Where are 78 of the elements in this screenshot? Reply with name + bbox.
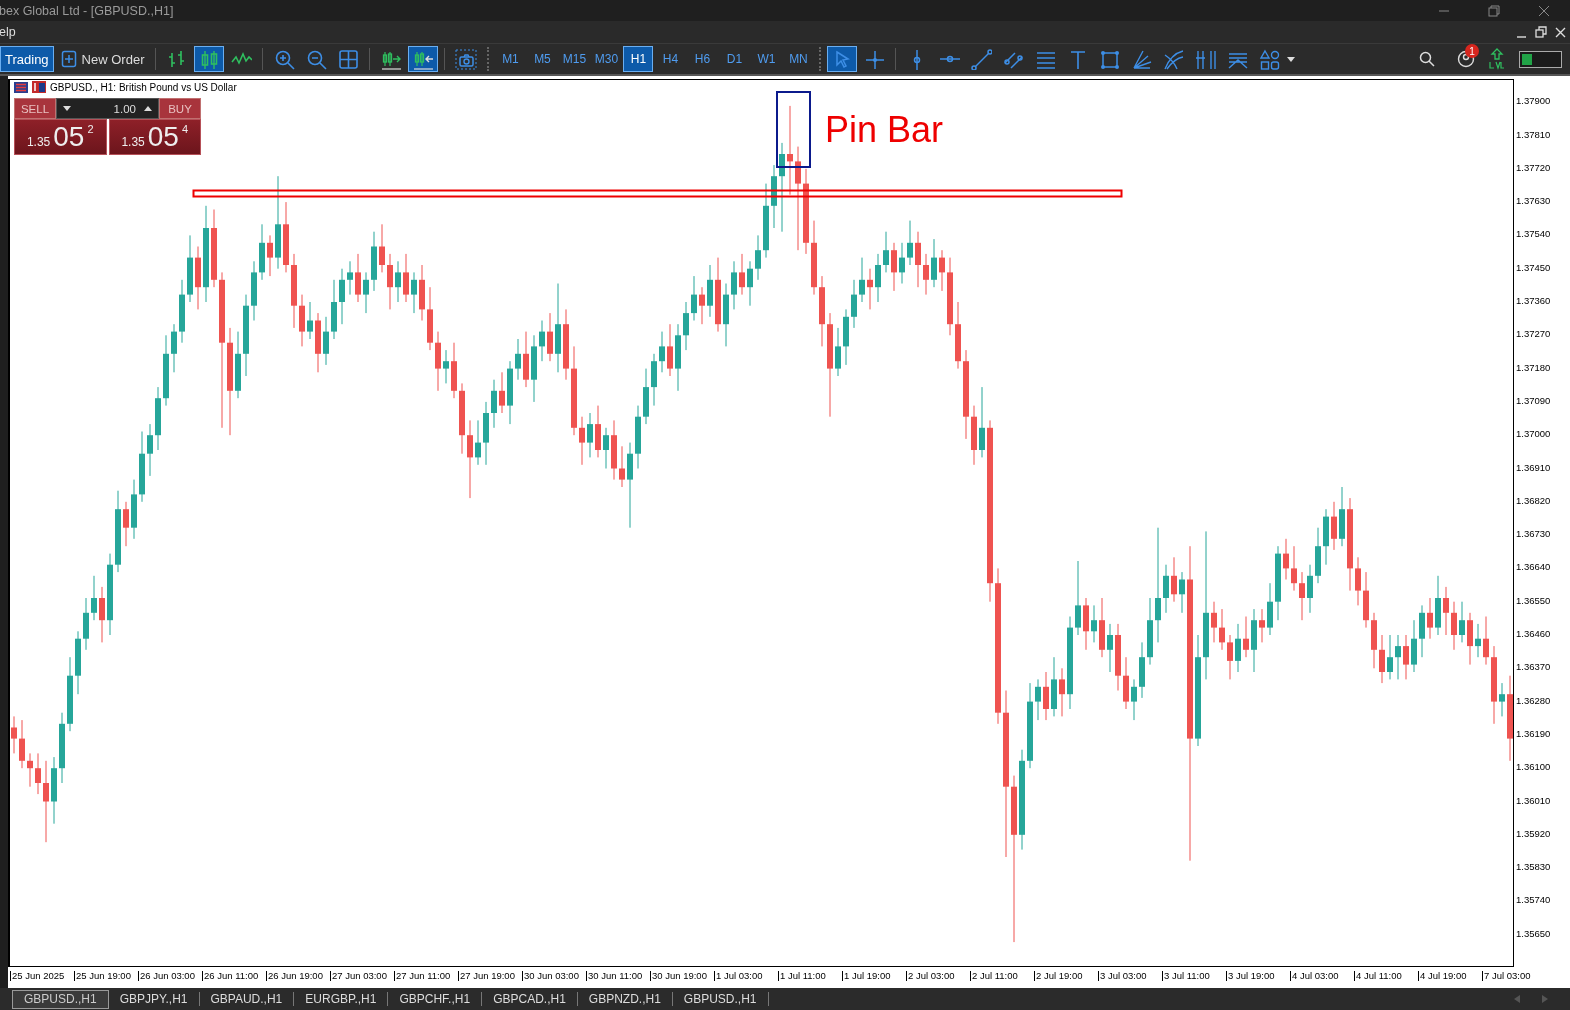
price-label: 1.37720 — [1516, 161, 1551, 173]
timeframe-button[interactable]: M15 — [559, 46, 590, 72]
window-title: bex Global Ltd - [GBPUSD.,H1] — [0, 3, 174, 18]
time-label: 26 Jun 11:00 — [202, 971, 259, 981]
price-label: 1.37180 — [1516, 361, 1551, 373]
price-label: 1.37900 — [1516, 95, 1551, 107]
time-label: 30 Jun 19:00 — [650, 971, 707, 981]
time-label: 25 Jun 2025 — [10, 971, 65, 981]
price-label: 1.36010 — [1516, 794, 1551, 806]
time-label: 1 Jul 03:00 — [714, 971, 763, 981]
time-label: 2 Jul 03:00 — [906, 971, 955, 981]
time-label: 25 Jun 19:00 — [74, 971, 131, 981]
price-label: 1.35830 — [1516, 861, 1551, 873]
chart-tab[interactable]: GBPCHF.,H1 — [388, 992, 483, 1006]
time-label: 3 Jul 03:00 — [1098, 971, 1147, 981]
timeframe-button[interactable]: H1 — [623, 46, 654, 72]
price-label: 1.37540 — [1516, 228, 1551, 240]
chart-tab[interactable]: GBPNZD.,H1 — [577, 992, 673, 1006]
timeframe-button[interactable]: D1 — [719, 46, 750, 72]
time-label: 1 Jul 11:00 — [778, 971, 826, 981]
price-label: 1.36730 — [1516, 528, 1551, 540]
volume-field[interactable]: 1.00 — [56, 98, 159, 119]
time-label: 30 Jun 03:00 — [522, 971, 579, 981]
annotation-label: Pin Bar — [825, 108, 944, 152]
price-label: 1.35920 — [1516, 827, 1551, 839]
trading-button[interactable]: Trading — [0, 46, 54, 72]
price-label: 1.36550 — [1516, 594, 1551, 606]
chart-tab[interactable]: GBPAUD.,H1 — [199, 992, 295, 1006]
price-label: 1.37270 — [1516, 328, 1551, 340]
timeframe-button[interactable]: H6 — [687, 46, 718, 72]
price-label: 1.36460 — [1516, 628, 1551, 639]
price-label: 1.36820 — [1516, 494, 1551, 506]
timeframe-button[interactable]: M30 — [591, 46, 622, 72]
time-label: 1 Jul 19:00 — [842, 971, 891, 981]
price-label: 1.37360 — [1516, 295, 1551, 306]
price-label: 1.37090 — [1516, 394, 1551, 406]
chart-tab[interactable]: GBPJPY.,H1 — [108, 992, 200, 1006]
chart-tab[interactable]: GBPUSD.,H1 — [12, 989, 109, 1009]
time-label: 26 Jun 19:00 — [266, 971, 323, 981]
menu-item[interactable]: elp — [0, 25, 16, 39]
price-label: 1.36280 — [1516, 694, 1551, 706]
price-label: 1.35650 — [1516, 927, 1551, 939]
time-label: 27 Jun 03:00 — [330, 971, 387, 981]
time-label: 4 Jul 11:00 — [1354, 971, 1402, 981]
buy-button[interactable]: BUY — [159, 98, 201, 119]
sell-button[interactable]: SELL — [14, 98, 56, 119]
timeframe-button[interactable]: H4 — [655, 46, 686, 72]
time-label: 2 Jul 19:00 — [1034, 971, 1083, 981]
price-label: 1.36370 — [1516, 661, 1551, 673]
time-label: 26 Jun 03:00 — [138, 971, 195, 981]
time-label: 2 Jul 11:00 — [970, 971, 1018, 981]
chart-tab[interactable]: GBPUSD.,H1 — [672, 992, 769, 1006]
chart-tab[interactable]: GBPCAD.,H1 — [482, 992, 578, 1006]
time-label: 4 Jul 19:00 — [1418, 971, 1467, 981]
price-label: 1.36190 — [1516, 727, 1551, 739]
chart-title: GBPUSD., H1: British Pound vs US Dollar — [50, 81, 237, 93]
price-label: 1.35740 — [1516, 894, 1551, 906]
price-label: 1.36640 — [1516, 561, 1551, 573]
price-label: 1.37630 — [1516, 195, 1551, 207]
time-label: 27 Jun 19:00 — [458, 971, 515, 981]
time-label: 7 Jul 03:00 — [1482, 971, 1531, 981]
new-order-button[interactable]: New Order — [55, 46, 150, 72]
price-label: 1.37450 — [1516, 261, 1551, 273]
price-label: 1.36910 — [1516, 461, 1551, 473]
time-label: 3 Jul 19:00 — [1226, 971, 1275, 981]
notification-badge: 1 — [1465, 44, 1479, 58]
time-label: 27 Jun 11:00 — [394, 971, 451, 981]
time-label: 3 Jul 11:00 — [1162, 971, 1210, 981]
time-label: 4 Jul 03:00 — [1290, 971, 1339, 981]
price-label: 1.37810 — [1516, 128, 1551, 140]
price-label: 1.36100 — [1516, 761, 1551, 773]
time-label: 30 Jun 11:00 — [586, 971, 643, 981]
timeframe-button[interactable]: M5 — [527, 46, 558, 72]
timeframe-button[interactable]: MN — [783, 46, 814, 72]
price-label: 1.37000 — [1516, 428, 1551, 440]
chart-tab[interactable]: EURGBP.,H1 — [294, 992, 389, 1006]
timeframe-button[interactable]: M1 — [495, 46, 526, 72]
timeframe-button[interactable]: W1 — [751, 46, 782, 72]
